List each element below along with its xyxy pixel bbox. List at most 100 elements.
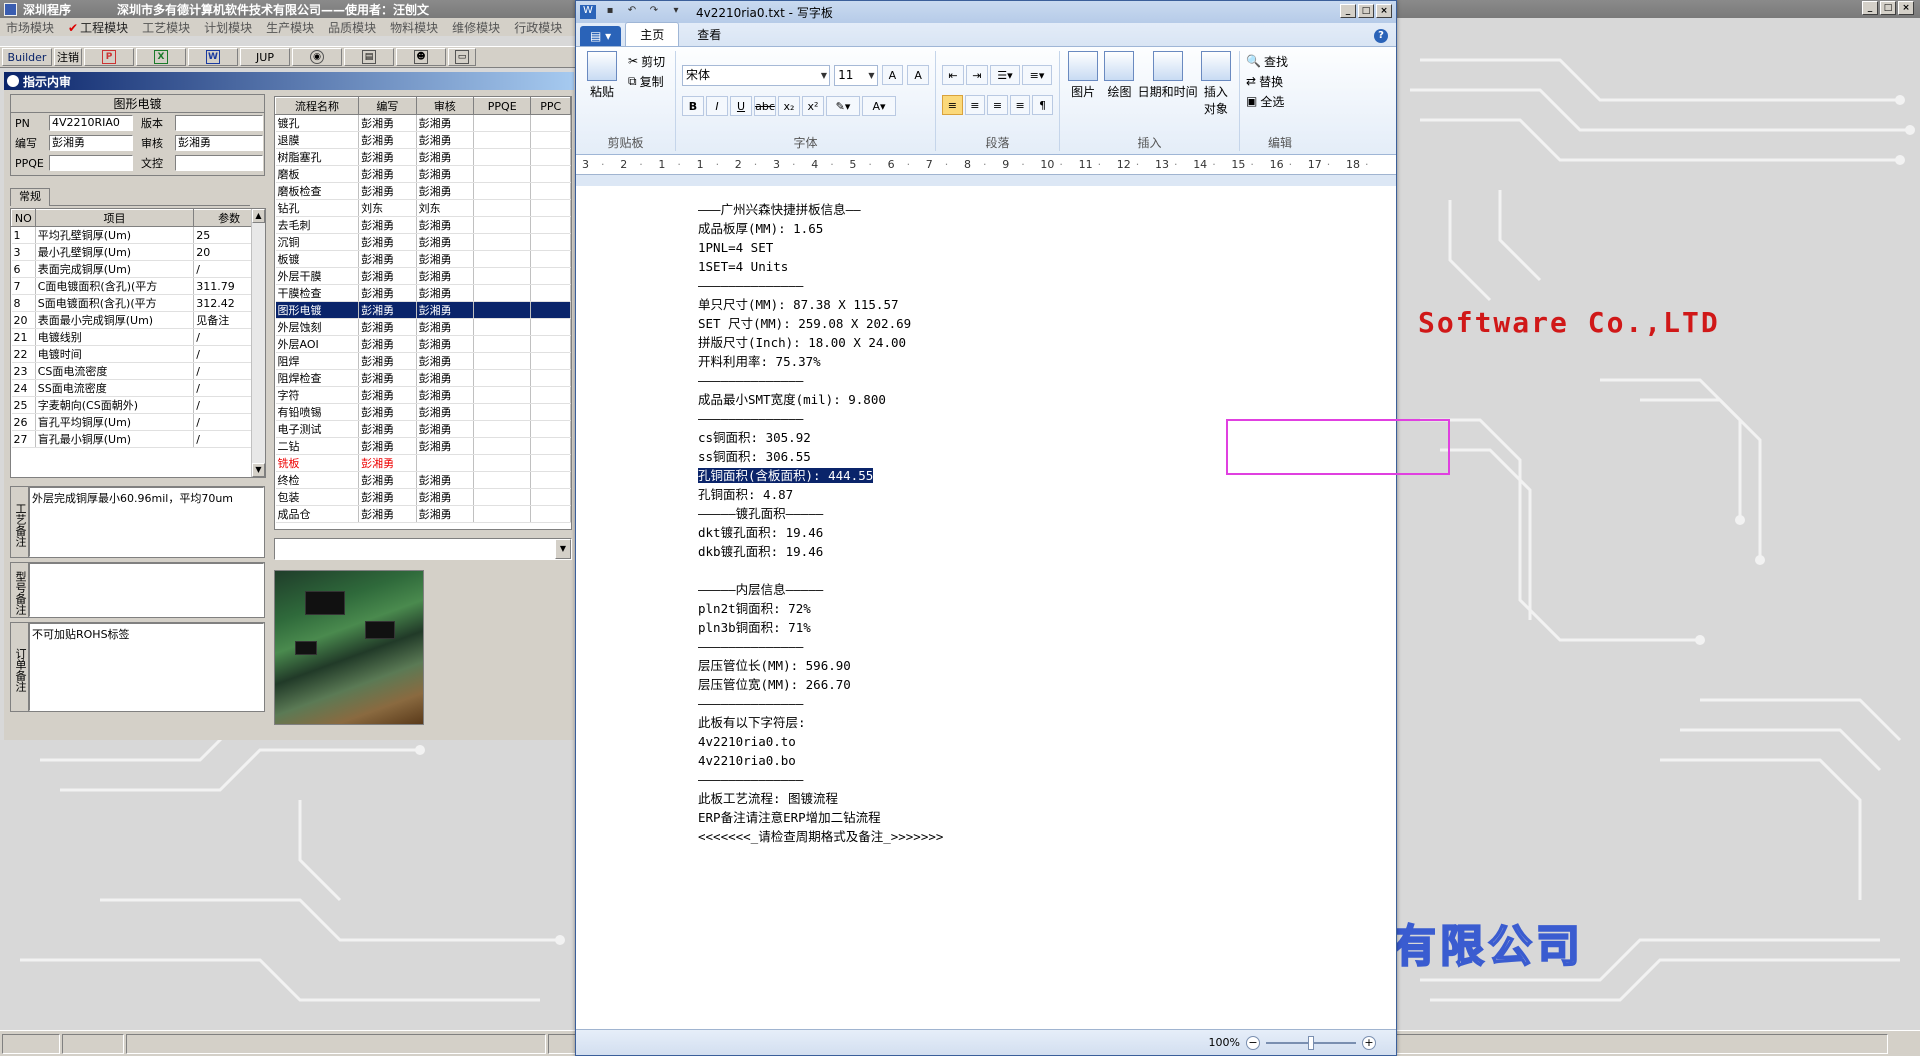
document-line[interactable]: —————内层信息————— (698, 580, 943, 599)
document-line[interactable]: 1PNL=4 SET (698, 238, 943, 257)
doc-control-field[interactable] (175, 155, 263, 171)
table-row[interactable]: 字符 彭湘勇 彭湘勇 (275, 386, 571, 404)
module-menu-item[interactable]: ✔ 工程模块 (68, 19, 128, 36)
document-line[interactable]: dkb镀孔面积: 19.46 (698, 542, 943, 561)
table-row[interactable]: 干膜检查 彭湘勇 彭湘勇 (275, 284, 571, 302)
table-row[interactable]: 3 最小孔壁铜厚(Um) 20 (11, 243, 265, 261)
underline-button[interactable]: U (730, 96, 752, 116)
process-note-text[interactable]: 外层完成铜厚最小60.96mil，平均70um (29, 487, 264, 557)
table-row[interactable]: 阻焊检查 彭湘勇 彭湘勇 (275, 369, 571, 387)
params-column-header[interactable]: 项目 (34, 209, 195, 227)
document-line[interactable] (698, 561, 943, 580)
table-row[interactable]: 磨板 彭湘勇 彭湘勇 (275, 165, 571, 183)
table-row[interactable]: 去毛刺 彭湘勇 彭湘勇 (275, 216, 571, 234)
scroll-up-icon[interactable]: ▲ (252, 209, 265, 223)
shrink-font-button[interactable]: A (907, 65, 930, 85)
tab-general[interactable]: 常规 (10, 188, 50, 206)
table-row[interactable]: 20 表面最小完成铜厚(Um) 见备注 (11, 311, 265, 329)
italic-button[interactable]: I (706, 96, 728, 116)
table-row[interactable]: 25 字麦朝向(CS面朝外) / (11, 396, 265, 414)
table-row[interactable]: 阻焊 彭湘勇 彭湘勇 (275, 352, 571, 370)
table-row[interactable]: 1 平均孔壁铜厚(Um) 25 (11, 226, 265, 244)
document-line[interactable]: 此板工艺流程: 图镀流程 (698, 789, 943, 808)
bullets-button[interactable]: ☰▾ (990, 65, 1020, 85)
decrease-indent-button[interactable]: ⇤ (942, 65, 964, 85)
view-button[interactable]: ◉ (292, 48, 342, 66)
redo-icon[interactable]: ↷ (646, 5, 662, 19)
document-line[interactable]: —————镀孔面积————— (698, 504, 943, 523)
chevron-down-icon[interactable]: ▼ (555, 539, 571, 559)
process-column-header[interactable]: 流程名称 (275, 97, 360, 115)
table-row[interactable]: 沉铜 彭湘勇 彭湘勇 (275, 233, 571, 251)
process-column-header[interactable]: PPC (530, 97, 571, 115)
grow-font-button[interactable]: A (881, 65, 904, 85)
document-line[interactable]: 单只尺寸(MM): 87.38 X 115.57 (698, 295, 943, 314)
superscript-button[interactable]: x² (802, 96, 824, 116)
document-line[interactable]: —————————————— (698, 770, 943, 789)
zoom-slider[interactable] (1266, 1035, 1356, 1050)
document-line[interactable]: dkt镀孔面积: 19.46 (698, 523, 943, 542)
table-row[interactable]: 图形电镀 彭湘勇 彭湘勇 (275, 301, 571, 319)
table-row[interactable]: 22 电镀时间 / (11, 345, 265, 363)
users-button[interactable]: ☻ (396, 48, 446, 66)
table-row[interactable]: 板镀 彭湘勇 彭湘勇 (275, 250, 571, 268)
tab-home[interactable]: 主页 (625, 22, 680, 46)
document-line[interactable]: 层压管位宽(MM): 266.70 (698, 675, 943, 694)
document-line[interactable]: 成品最小SMT宽度(mil): 9.800 (698, 390, 943, 409)
jup-button[interactable]: JUP (240, 48, 290, 66)
document-line[interactable]: 1SET=4 Units (698, 257, 943, 276)
process-column-header[interactable]: PPQE (473, 97, 532, 115)
document-line[interactable]: ———广州兴森快捷拼板信息—— (698, 200, 943, 219)
insert-object-button[interactable]: 插入对象 (1199, 51, 1233, 117)
find-button[interactable]: 🔍 查找 (1246, 51, 1314, 71)
save-icon[interactable]: ▪ (602, 5, 618, 19)
picture-button[interactable]: 图片 (1066, 51, 1100, 117)
process-grid[interactable]: 流程名称 编写 审核 PPQE PPC 镀孔 彭湘勇 彭湘勇 退膜 彭湘勇 彭湘勇 树脂塞孔 彭湘勇彭… (274, 96, 572, 530)
justify-button[interactable]: ≡ (1009, 95, 1031, 115)
table-row[interactable]: 7 C面电镀面积(含孔)(平方 311.79 (11, 277, 265, 295)
document-line[interactable]: 4v2210ria0.bo (698, 751, 943, 770)
table-row[interactable]: 26 盲孔平均铜厚(Um) / (11, 413, 265, 431)
params-grid[interactable]: NO 项目 参数 1 平均孔壁铜厚(Um) 25 3 最小孔壁铜厚(Um) 20 6 表面完成铜厚… (10, 208, 266, 478)
highlight-button[interactable]: ✎▾ (826, 96, 860, 116)
print-button[interactable]: ▭ (448, 48, 476, 66)
paste-button[interactable]: 粘贴 (582, 51, 622, 100)
table-row[interactable]: 磨板检查 彭湘勇 彭湘勇 (275, 182, 571, 200)
logout-button[interactable]: 注销 (54, 48, 82, 66)
font-name-select[interactable]: 宋体 ▼ (682, 65, 831, 86)
tab-view[interactable]: 查看 (683, 23, 735, 46)
module-menu-item[interactable]: 计划模块 (204, 19, 252, 36)
document-line[interactable]: 此板有以下字符层: (698, 713, 943, 732)
zoom-in-button[interactable]: + (1362, 1035, 1376, 1050)
align-center-button[interactable]: ≡ (964, 95, 986, 115)
undo-icon[interactable]: ↶ (624, 5, 640, 19)
document-line[interactable]: 层压管位长(MM): 596.90 (698, 656, 943, 675)
table-row[interactable]: 8 S面电镀面积(含孔)(平方 312.42 (11, 294, 265, 312)
book-button[interactable]: ▤ (344, 48, 394, 66)
table-row[interactable]: 外层蚀刻 彭湘勇 彭湘勇 (275, 318, 571, 336)
bold-button[interactable]: B (682, 96, 704, 116)
module-menu-item[interactable]: 行政模块 (514, 19, 562, 36)
document-line[interactable]: pln2t铜面积: 72% (698, 599, 943, 618)
minimize-button[interactable]: _ (1862, 1, 1878, 15)
module-menu-item[interactable]: 维修模块 (452, 19, 500, 36)
params-scrollbar[interactable]: ▲ ▼ (251, 209, 265, 477)
model-note-text[interactable] (29, 563, 264, 617)
close-button[interactable]: × (1898, 1, 1914, 15)
paragraph-button[interactable]: ¶ (1032, 95, 1053, 115)
module-menu-item[interactable]: 生产模块 (266, 19, 314, 36)
help-icon[interactable]: ? (1374, 29, 1388, 43)
document-line[interactable]: 成品板厚(MM): 1.65 (698, 219, 943, 238)
table-row[interactable]: 终检 彭湘勇 彭湘勇 (275, 471, 571, 489)
document-line[interactable]: 开料利用率: 75.37% (698, 352, 943, 371)
table-row[interactable]: 6 表面完成铜厚(Um) / (11, 260, 265, 278)
cut-button[interactable]: ✂ 剪切 (628, 51, 665, 71)
file-menu-button[interactable]: ▤ ▾ (580, 26, 622, 46)
document-text[interactable]: ———广州兴森快捷拼板信息—— 成品板厚(MM): 1.65 1PNL=4 SET 1… (698, 200, 943, 846)
document-line[interactable]: —————————————— (698, 409, 943, 428)
minimize-button[interactable]: _ (1340, 4, 1356, 18)
maximize-button[interactable]: □ (1880, 1, 1896, 15)
table-row[interactable]: 铣板 彭湘勇 (275, 454, 571, 472)
process-dropdown[interactable]: ▼ (274, 538, 572, 560)
document-line[interactable]: <<<<<<<_请检查周期格式及备注_>>>>>>> (698, 827, 943, 846)
